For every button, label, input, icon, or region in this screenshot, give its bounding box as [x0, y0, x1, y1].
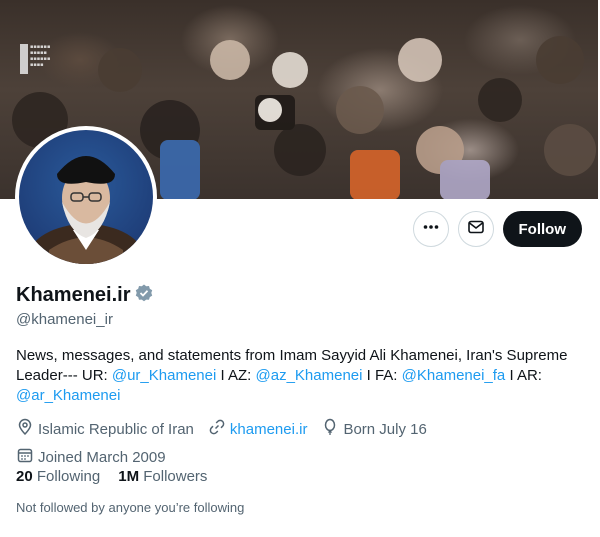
- bio-link-ur[interactable]: @ur_Khamenei: [112, 367, 216, 384]
- profile-stats: 20 Following 1M Followers: [16, 468, 207, 485]
- profile-actions: Follow: [412, 211, 582, 247]
- verified-badge-icon[interactable]: [134, 283, 154, 308]
- location-item: Islamic Republic of Iran: [16, 418, 194, 442]
- location-pin-icon: [16, 418, 34, 442]
- bio-link-fa[interactable]: @Khamenei_fa: [402, 367, 506, 384]
- following-label: Following: [36, 468, 101, 485]
- envelope-icon: [467, 218, 485, 241]
- bio-link-az[interactable]: @az_Khamenei: [256, 367, 363, 384]
- followers-count: 1M: [118, 468, 140, 485]
- joined-text: Joined March 2009: [38, 449, 166, 466]
- display-name-row: Khamenei.ir: [16, 283, 154, 308]
- more-button[interactable]: [412, 211, 449, 247]
- bio-text: I FA:: [362, 367, 402, 384]
- follow-button[interactable]: Follow: [502, 211, 582, 247]
- birthday-item: Born July 16: [321, 418, 427, 442]
- avatar-portrait: [28, 156, 144, 264]
- balloon-icon: [321, 418, 339, 442]
- joined-item: Joined March 2009: [16, 446, 166, 470]
- display-name: Khamenei.ir: [16, 284, 131, 306]
- not-followed-notice: Not followed by anyone you’re following: [16, 500, 245, 515]
- birthday-text: Born July 16: [343, 421, 427, 438]
- followers-link[interactable]: 1M Followers: [118, 468, 207, 485]
- bio-text: I AZ:: [216, 367, 256, 384]
- followers-label: Followers: [143, 468, 208, 485]
- more-horizontal-icon: [422, 218, 440, 241]
- message-button[interactable]: [457, 211, 494, 247]
- profile-meta: Islamic Republic of Iran khamenei.ir Bor…: [16, 418, 427, 474]
- website-item: khamenei.ir: [208, 418, 308, 442]
- watermark-logo: [20, 44, 28, 74]
- user-handle: @khamenei_ir: [16, 311, 113, 328]
- profile-avatar[interactable]: [15, 126, 157, 268]
- profile-bio: News, messages, and statements from Imam…: [16, 346, 586, 406]
- watermark-text: ▪▪▪▪▪▪ ▪▪▪▪▪ ▪▪▪▪▪▪ ▪▪▪▪: [30, 44, 51, 68]
- calendar-icon: [16, 446, 34, 470]
- link-icon: [208, 418, 226, 442]
- location-text: Islamic Republic of Iran: [38, 421, 194, 438]
- following-link[interactable]: 20 Following: [16, 468, 100, 485]
- bio-text: I AR:: [505, 367, 542, 384]
- avatar-image: [19, 130, 153, 264]
- bio-link-ar[interactable]: @ar_Khamenei: [16, 387, 120, 404]
- website-link[interactable]: khamenei.ir: [230, 420, 308, 440]
- following-count: 20: [16, 468, 33, 485]
